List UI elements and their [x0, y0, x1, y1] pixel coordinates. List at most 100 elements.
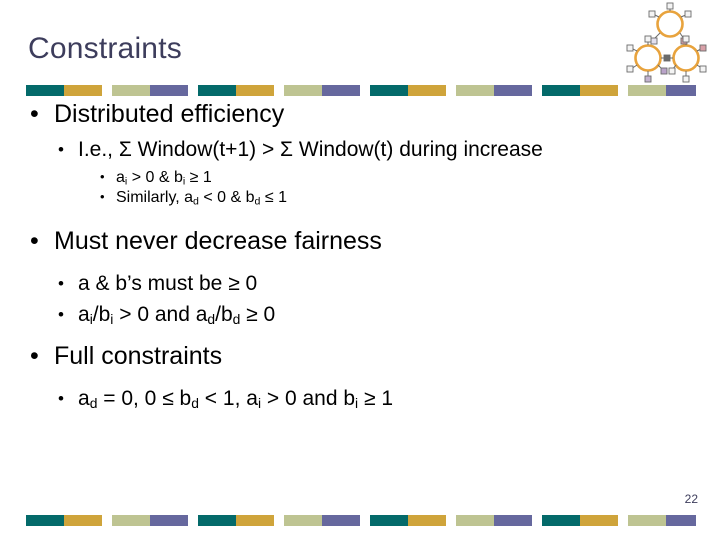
stripe-segment	[284, 85, 322, 96]
stripe-segment	[542, 85, 580, 96]
benzene-rings-diagram	[626, 2, 707, 83]
bullet-text: a & b’s must be ≥ 0	[78, 272, 258, 296]
stripe-segment	[446, 515, 456, 526]
stripe-segment	[456, 515, 494, 526]
stripe-segment	[456, 85, 494, 96]
stripe-segment	[408, 515, 446, 526]
stripe-segment	[112, 85, 150, 96]
stripe-segment	[150, 515, 188, 526]
bullet-marker: •	[30, 341, 39, 370]
term: ≥ 1	[185, 169, 212, 187]
term: > 0 and b	[261, 387, 356, 411]
bullet-text: ai > 0 & bi ≥ 1	[116, 168, 212, 188]
bullet-marker: •	[58, 389, 64, 409]
page-title: Constraints	[28, 32, 182, 65]
stripe-segment	[26, 85, 64, 96]
subscript: d	[207, 310, 216, 327]
bullet-text: I.e., Σ Window(t+1) > Σ Window(t) during…	[78, 138, 543, 163]
stripe-segment	[532, 85, 542, 96]
stripe-segment	[198, 85, 236, 96]
bullet-level1: • Full constraints	[0, 342, 720, 372]
stripe-segment	[188, 515, 198, 526]
stripe-group	[542, 85, 696, 96]
stripe-segment	[188, 85, 198, 96]
bullet-marker: •	[100, 189, 105, 205]
stripe-segment	[102, 85, 112, 96]
stripe-segment	[494, 515, 532, 526]
bullet-text: Distributed efficiency	[54, 100, 285, 128]
bullet-marker: •	[30, 226, 39, 255]
term: /b	[92, 302, 111, 326]
stripe-segment	[360, 515, 370, 526]
term: ≥ 0	[240, 302, 276, 326]
stripe-segment	[580, 515, 618, 526]
bullet-level1: • Distributed efficiency	[0, 100, 720, 130]
stripe-segment	[64, 515, 102, 526]
bullet-text: Similarly, ad < 0 & bd ≤ 1	[116, 188, 287, 208]
stripe-group	[370, 515, 542, 526]
bullet-level2: • I.e., Σ Window(t+1) > Σ Window(t) duri…	[0, 138, 720, 163]
bullet-text: ad = 0, 0 ≤ bd < 1, ai > 0 and bi ≥ 1	[78, 387, 393, 412]
stripe-segment	[284, 515, 322, 526]
bullet-marker: •	[30, 100, 39, 128]
bullet-text: ai/bi > 0 and ad/bd ≥ 0	[78, 303, 275, 328]
term: > 0 & b	[127, 169, 183, 187]
stripe-segment	[322, 85, 360, 96]
term: a	[116, 169, 125, 187]
stripe-segment	[542, 515, 580, 526]
stripe-group	[370, 85, 542, 96]
bullet-level3: • ai > 0 & bi ≥ 1	[0, 168, 720, 188]
stripe-segment	[198, 515, 236, 526]
stripe-segment	[64, 85, 102, 96]
bullet-text-line1: I.e., Σ Window(t+1) > Σ Window(t) during	[78, 137, 458, 161]
stripe-segment	[274, 515, 284, 526]
stripe-group	[198, 515, 370, 526]
stripe-segment	[26, 515, 64, 526]
term: a	[78, 302, 90, 326]
bullet-marker: •	[58, 139, 64, 159]
stripe-group	[26, 85, 198, 96]
term: < 1, a	[198, 387, 258, 411]
subscript: d	[191, 395, 199, 412]
stripe-segment	[446, 85, 456, 96]
bullet-level2: • ad = 0, 0 ≤ bd < 1, ai > 0 and bi ≥ 1	[0, 387, 720, 412]
stripe-segment	[408, 85, 446, 96]
term: < 0 & b	[198, 189, 255, 207]
stripe-segment	[274, 85, 284, 96]
stripe-segment	[618, 515, 628, 526]
term: > 0 and a	[113, 302, 208, 326]
stripe-segment	[628, 515, 666, 526]
stripe-segment	[494, 85, 532, 96]
bullet-level2: • ai/bi > 0 and ad/bd ≥ 0	[0, 303, 720, 328]
bullet-text-line2: increase	[463, 137, 543, 161]
term: ≤ 1	[260, 189, 287, 207]
term: = 0, 0 ≤ b	[97, 387, 192, 411]
bullet-text: Must never decrease fairness	[54, 226, 382, 255]
stripe-segment	[580, 85, 618, 96]
stripe-segment	[102, 515, 112, 526]
term: Similarly, a	[116, 189, 194, 207]
stripe-segment	[236, 515, 274, 526]
stripe-segment	[618, 85, 628, 96]
stripe-segment	[666, 515, 696, 526]
bullet-text: Full constraints	[54, 341, 223, 370]
stripe-segment	[360, 85, 370, 96]
stripe-segment	[236, 85, 274, 96]
decorative-stripe-bar-bottom	[26, 515, 696, 526]
stripe-segment	[322, 515, 360, 526]
stripe-segment	[532, 515, 542, 526]
decorative-stripe-bar-top	[26, 85, 696, 96]
bullet-marker: •	[58, 274, 64, 294]
stripe-segment	[150, 85, 188, 96]
term: ≥ 1	[358, 387, 393, 411]
term: /b	[215, 302, 233, 326]
bullet-level3: • Similarly, ad < 0 & bd ≤ 1	[0, 188, 720, 208]
bullet-marker: •	[100, 169, 105, 185]
stripe-segment	[666, 85, 696, 96]
stripe-segment	[112, 515, 150, 526]
bullet-level1: • Must never decrease fairness	[0, 227, 720, 257]
stripe-segment	[370, 85, 408, 96]
page-number: 22	[684, 492, 698, 506]
